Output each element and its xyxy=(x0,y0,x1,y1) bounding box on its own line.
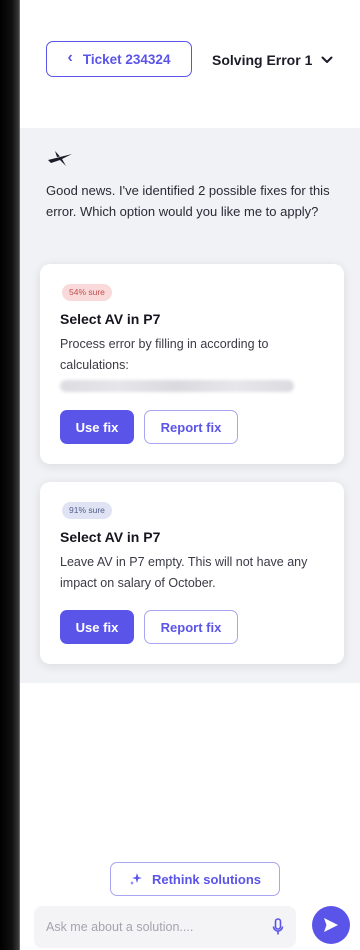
header: ‹ Ticket 234324 Solving Error 1 xyxy=(20,0,360,128)
back-to-ticket-button[interactable]: ‹ Ticket 234324 xyxy=(46,41,192,77)
ticket-label: Ticket 234324 xyxy=(82,51,171,67)
report-fix-button[interactable]: Report fix xyxy=(144,410,238,444)
device-edge-shadow xyxy=(0,0,22,950)
confidence-badge: 91% sure xyxy=(62,502,112,519)
plane-icon xyxy=(48,151,72,166)
chevron-left-icon: ‹ xyxy=(67,49,73,66)
solving-label: Solving Error 1 xyxy=(212,52,313,68)
use-fix-button[interactable]: Use fix xyxy=(60,610,134,644)
fix-actions: Use fix Report fix xyxy=(60,410,238,444)
error-selector-dropdown[interactable]: Solving Error 1 xyxy=(212,50,333,70)
report-fix-button[interactable]: Report fix xyxy=(144,610,238,644)
app-screen: ‹ Ticket 234324 Solving Error 1 Good new… xyxy=(20,0,360,950)
assistant-message: Good news. I've identified 2 possible fi… xyxy=(46,183,330,219)
microphone-icon[interactable] xyxy=(272,918,284,936)
send-button[interactable] xyxy=(312,906,350,944)
rethink-solutions-button[interactable]: Rethink solutions xyxy=(110,862,280,896)
chevron-down-icon xyxy=(321,56,333,63)
chat-input[interactable] xyxy=(46,920,266,934)
fix-option-card: 54% sure Select AV in P7 Process error b… xyxy=(40,264,344,464)
chat-area: Good news. I've identified 2 possible fi… xyxy=(20,128,360,683)
fix-title: Select AV in P7 xyxy=(60,311,161,327)
fix-description: Leave AV in P7 empty. This will not have… xyxy=(60,555,308,590)
sparkle-icon xyxy=(129,873,142,885)
redacted-calculation xyxy=(60,380,294,392)
chat-input-container xyxy=(34,906,296,948)
use-fix-button[interactable]: Use fix xyxy=(60,410,134,444)
fix-option-card: 91% sure Select AV in P7 Leave AV in P7 … xyxy=(40,482,344,664)
fix-actions: Use fix Report fix xyxy=(60,610,238,644)
fix-description: Process error by filling in according to… xyxy=(60,337,269,372)
send-icon xyxy=(324,918,338,932)
fix-title: Select AV in P7 xyxy=(60,529,161,545)
rethink-label: Rethink solutions xyxy=(151,871,262,887)
confidence-badge: 54% sure xyxy=(62,284,112,301)
